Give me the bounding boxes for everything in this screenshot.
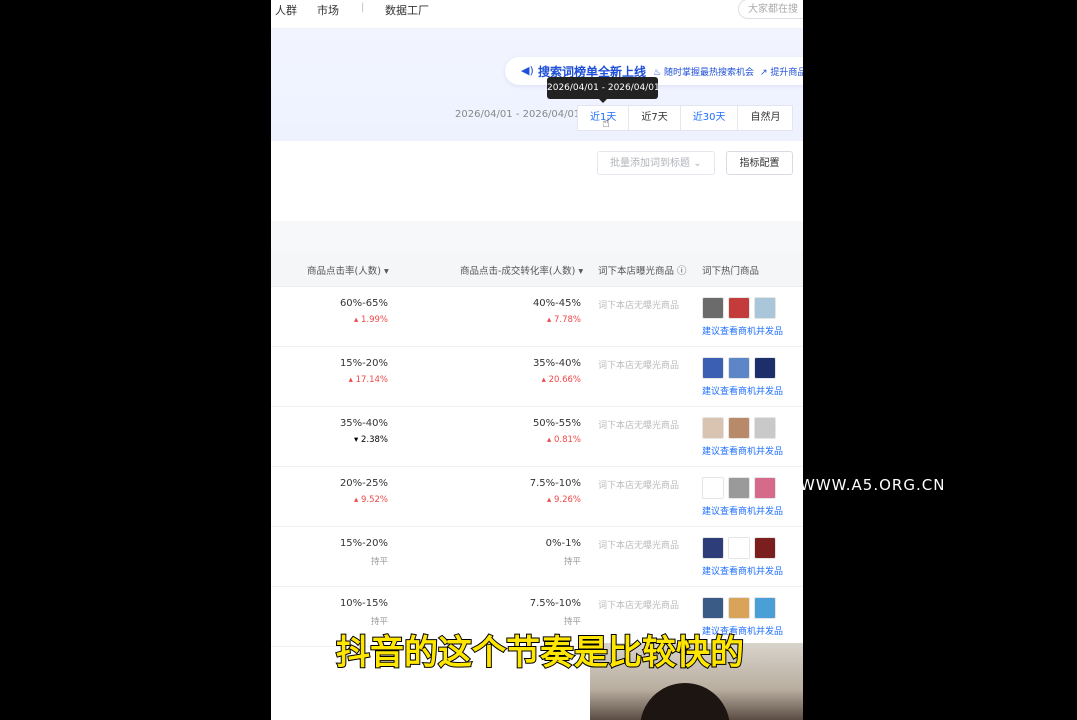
conversion-rate-value: 50%-55% bbox=[532, 418, 581, 429]
product-thumbnail[interactable] bbox=[754, 357, 776, 379]
shop-exposure-text: 词下本店无曝光商品 bbox=[598, 481, 680, 491]
click-rate-change: 持平 bbox=[370, 557, 388, 567]
period-tabs: 近1天 近7天 近30天 自然月 bbox=[577, 105, 794, 131]
click-rate-value: 35%-40% bbox=[339, 418, 388, 429]
conversion-rate-change: ▴ 20.66% bbox=[541, 375, 581, 385]
conversion-rate-value: 0%-1% bbox=[545, 538, 581, 549]
section-divider bbox=[271, 221, 803, 251]
shop-exposure-text: 词下本店无曝光商品 bbox=[598, 361, 680, 371]
conversion-rate-change: ▴ 0.81% bbox=[547, 435, 581, 445]
click-rate-value: 15%-20% bbox=[339, 538, 388, 549]
hot-product-thumbs bbox=[702, 417, 776, 439]
click-rate-value: 60%-65% bbox=[339, 298, 388, 309]
hot-product-thumbs bbox=[702, 597, 776, 619]
product-thumbnail[interactable] bbox=[754, 537, 776, 559]
product-thumbnail[interactable] bbox=[754, 477, 776, 499]
nav-item-market[interactable]: 市场 bbox=[317, 2, 339, 18]
view-opportunity-link[interactable]: 建议查看商机并发品 bbox=[702, 564, 783, 577]
presenter-head bbox=[640, 683, 730, 720]
view-opportunity-link[interactable]: 建议查看商机并发品 bbox=[702, 444, 783, 457]
info-icon[interactable]: ⓘ bbox=[677, 266, 687, 277]
metric-config-button[interactable]: 指标配置 bbox=[726, 151, 793, 175]
hot-product-thumbs bbox=[702, 537, 776, 559]
batch-add-to-title-button[interactable]: 批量添加词到标题 ⌄ bbox=[597, 151, 715, 175]
click-rate-change: 持平 bbox=[370, 617, 388, 627]
shop-exposure-text: 词下本店无曝光商品 bbox=[598, 301, 680, 311]
date-tooltip: 2026/04/01 - 2026/04/01 bbox=[547, 77, 660, 103]
table-row[interactable]: 15%-20% 持平 0%-1% 持平 词下本店无曝光商品建议查看商机并发品 bbox=[271, 527, 803, 587]
product-thumbnail[interactable] bbox=[728, 357, 750, 379]
nav-item-data-factory[interactable]: 数据工厂 bbox=[385, 2, 429, 18]
product-thumbnail[interactable] bbox=[754, 417, 776, 439]
table-row[interactable]: 60%-65% ▴ 1.99% 40%-45% ▴ 7.78% 词下本店无曝光商品建议查… bbox=[271, 287, 803, 347]
nav-item-crowd[interactable]: 人群 bbox=[275, 2, 297, 18]
speaker-icon: ◀) bbox=[521, 64, 534, 77]
product-thumbnail[interactable] bbox=[702, 357, 724, 379]
conversion-rate-value: 7.5%-10% bbox=[529, 478, 581, 489]
click-rate-change: ▴ 9.52% bbox=[354, 495, 388, 505]
view-opportunity-link[interactable]: 建议查看商机并发品 bbox=[702, 384, 783, 397]
click-rate-change: ▾ 2.38% bbox=[354, 435, 388, 445]
hot-product-thumbs bbox=[702, 297, 776, 319]
click-rate-value: 10%-15% bbox=[339, 598, 388, 609]
product-thumbnail[interactable] bbox=[728, 417, 750, 439]
product-thumbnail[interactable] bbox=[702, 597, 724, 619]
table-row[interactable]: 35%-40% ▾ 2.38% 50%-55% ▴ 0.81% 词下本店无曝光商品建议查… bbox=[271, 407, 803, 467]
hot-product-thumbs bbox=[702, 477, 776, 499]
nav-divider: | bbox=[361, 2, 365, 13]
click-rate-value: 15%-20% bbox=[339, 358, 388, 369]
conversion-rate-change: ▴ 7.78% bbox=[547, 315, 581, 325]
conversion-rate-value: 7.5%-10% bbox=[529, 598, 581, 609]
app-screen: 人群 市场 | 数据工厂 大家都在搜 ◀) 搜索词榜单全新上线 ♨ 随时掌握最热… bbox=[271, 0, 803, 720]
conversion-rate-change: ▴ 9.26% bbox=[547, 495, 581, 505]
product-thumbnail[interactable] bbox=[728, 477, 750, 499]
click-rate-change: ▴ 1.99% bbox=[354, 315, 388, 325]
banner-tip-1: ♨ 随时掌握最热搜索机会 bbox=[653, 68, 754, 78]
product-thumbnail[interactable] bbox=[728, 597, 750, 619]
conversion-rate-value: 40%-45% bbox=[532, 298, 581, 309]
product-thumbnail[interactable] bbox=[754, 597, 776, 619]
search-input[interactable]: 大家都在搜 bbox=[738, 0, 803, 19]
shop-exposure-text: 词下本店无曝光商品 bbox=[598, 601, 680, 611]
tab-natural-month[interactable]: 自然月 bbox=[737, 105, 794, 131]
top-nav: 人群 市场 | 数据工厂 大家都在搜 bbox=[271, 0, 803, 29]
conversion-rate-value: 35%-40% bbox=[532, 358, 581, 369]
header-hot-products: 词下热门商品 bbox=[702, 266, 760, 277]
banner-tip-2: ↗ 提升商品 bbox=[760, 68, 803, 78]
product-thumbnail[interactable] bbox=[702, 297, 724, 319]
header-conversion-rate[interactable]: 商品点击-成交转化率(人数) ▾ bbox=[460, 263, 583, 277]
product-thumbnail[interactable] bbox=[728, 297, 750, 319]
tab-7-days[interactable]: 近7天 bbox=[628, 105, 681, 131]
toolbar: 批量添加词到标题 ⌄ 指标配置 bbox=[271, 141, 803, 221]
table-header: 商品点击率(人数) ▾ 商品点击-成交转化率(人数) ▾ 词下本店曝光商品 ⓘ … bbox=[271, 251, 803, 287]
click-rate-value: 20%-25% bbox=[339, 478, 388, 489]
video-subtitle: 抖音的这个节奏是比较快的 bbox=[335, 632, 745, 674]
conversion-rate-change: 持平 bbox=[563, 557, 581, 567]
arrow-up-icon: ↗ bbox=[760, 68, 768, 78]
view-opportunity-link[interactable]: 建议查看商机并发品 bbox=[702, 324, 783, 337]
pointer-cursor-icon: ☝ bbox=[602, 116, 610, 131]
sort-icon[interactable]: ▾ bbox=[578, 266, 583, 277]
header-click-rate[interactable]: 商品点击率(人数) ▾ bbox=[307, 263, 389, 277]
date-range: 2026/04/01 - 2026/04/01 bbox=[455, 109, 581, 120]
hot-product-thumbs bbox=[702, 357, 776, 379]
table-row[interactable]: 20%-25% ▴ 9.52% 7.5%-10% ▴ 9.26% 词下本店无曝光商品建议… bbox=[271, 467, 803, 527]
chevron-down-icon: ⌄ bbox=[693, 158, 702, 169]
shop-exposure-text: 词下本店无曝光商品 bbox=[598, 541, 680, 551]
view-opportunity-link[interactable]: 建议查看商机并发品 bbox=[702, 504, 783, 517]
product-thumbnail[interactable] bbox=[728, 537, 750, 559]
product-thumbnail[interactable] bbox=[702, 417, 724, 439]
conversion-rate-change: 持平 bbox=[563, 617, 581, 627]
shop-exposure-text: 词下本店无曝光商品 bbox=[598, 421, 680, 431]
click-rate-change: ▴ 17.14% bbox=[348, 375, 388, 385]
header-area: ◀) 搜索词榜单全新上线 ♨ 随时掌握最热搜索机会 ↗ 提升商品 2026/04… bbox=[271, 29, 803, 141]
tab-30-days[interactable]: 近30天 bbox=[679, 105, 739, 131]
watermark: WWW.A5.ORG.CN bbox=[800, 476, 946, 494]
sort-icon[interactable]: ▾ bbox=[384, 266, 389, 277]
table-row[interactable]: 15%-20% ▴ 17.14% 35%-40% ▴ 20.66% 词下本店无曝光商品建… bbox=[271, 347, 803, 407]
header-shop-exposure: 词下本店曝光商品 ⓘ bbox=[598, 266, 687, 277]
product-thumbnail[interactable] bbox=[702, 537, 724, 559]
product-thumbnail[interactable] bbox=[754, 297, 776, 319]
product-thumbnail[interactable] bbox=[702, 477, 724, 499]
